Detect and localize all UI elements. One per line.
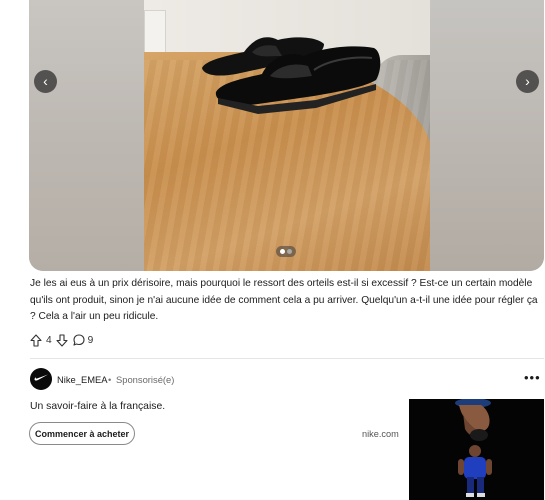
downvote-button[interactable] xyxy=(56,333,68,347)
nike-swoosh-icon xyxy=(34,374,48,381)
advertiser-name[interactable]: Nike_EMEA xyxy=(57,374,108,385)
comment-icon xyxy=(73,334,85,346)
upvote-icon xyxy=(30,333,42,347)
carousel-dot-active[interactable] xyxy=(280,249,285,254)
athlete-ad-image[interactable] xyxy=(409,399,544,500)
downvote-icon xyxy=(56,333,68,347)
ad-header: Nike_EMEA • Sponsorisé(e) ••• xyxy=(30,368,545,392)
divider xyxy=(30,358,544,359)
upvote-button[interactable] xyxy=(30,333,42,347)
ad-tagline: Un savoir-faire à la française. xyxy=(30,401,166,412)
avatar[interactable] xyxy=(30,368,52,390)
comment-count: 9 xyxy=(87,334,94,346)
carousel-blur-left xyxy=(29,0,145,271)
athlete-ad-image-art xyxy=(409,399,544,500)
sponsored-label: Sponsorisé(e) xyxy=(116,374,175,385)
post-actions: 4 9 xyxy=(30,332,93,348)
post-photo xyxy=(144,0,430,271)
carousel-next-button[interactable]: › xyxy=(516,70,539,93)
carousel-blur-right xyxy=(430,0,544,271)
ad-domain-link[interactable]: nike.com xyxy=(362,429,399,439)
carousel-pagination xyxy=(276,246,296,257)
shoes-photo xyxy=(202,37,381,114)
photo-background-door xyxy=(144,10,166,55)
vote-count: 4 xyxy=(46,334,52,346)
separator-dot: • xyxy=(108,374,112,385)
post-body-text: Je les ai eus à un prix dérisoire, mais … xyxy=(30,278,538,322)
carousel-dot[interactable] xyxy=(287,249,292,254)
shop-now-button[interactable]: Commencer à acheter xyxy=(29,422,135,445)
more-options-button[interactable]: ••• xyxy=(524,370,541,385)
post-image-carousel[interactable]: ‹ › xyxy=(29,0,544,271)
carousel-prev-button[interactable]: ‹ xyxy=(34,70,57,93)
comments-button[interactable]: 9 xyxy=(73,334,94,346)
